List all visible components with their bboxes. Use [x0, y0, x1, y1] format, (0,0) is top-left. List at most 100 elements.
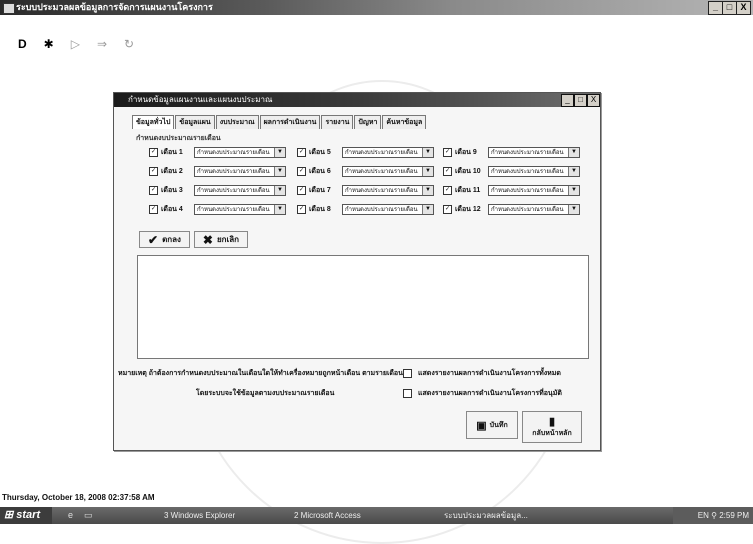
- start-button[interactable]: ⊞ start: [0, 507, 52, 524]
- chevron-down-icon: ▼: [422, 148, 433, 157]
- month-cell: ✓ เดือน 12 กำหนดงบประมาณรายเดือน ▼: [443, 204, 580, 215]
- month-cell: ✓ เดือน 2 กำหนดงบประมาณรายเดือน ▼: [149, 166, 286, 177]
- month-budget-select[interactable]: กำหนดงบประมาณรายเดือน ▼: [488, 204, 580, 215]
- option-approved-checkbox[interactable]: [403, 389, 412, 398]
- option-all-checkbox[interactable]: [403, 369, 412, 378]
- dialog-minimize-button[interactable]: _: [561, 94, 574, 107]
- month-budget-select[interactable]: กำหนดงบประมาณรายเดือน ▼: [194, 147, 286, 158]
- month-checkbox[interactable]: ✓: [443, 186, 452, 195]
- tab-report[interactable]: รายงาน: [321, 115, 354, 129]
- month-label: เดือน 12: [455, 206, 481, 213]
- month-budget-value: กำหนดงบประมาณรายเดือน: [197, 169, 270, 175]
- action-row: ✔ ตกลง ✖ ยกเลิก: [139, 231, 252, 248]
- month-checkbox[interactable]: ✓: [297, 148, 306, 157]
- save-button[interactable]: ▣ บันทึก: [466, 411, 518, 439]
- month-checkbox[interactable]: ✓: [443, 148, 452, 157]
- window-titlebar: ระบบประมวลผลข้อมูลการจัดการแผนงานโครงการ…: [0, 0, 753, 15]
- arrow-right-icon[interactable]: ⇒: [97, 37, 107, 51]
- month-cell: ✓ เดือน 6 กำหนดงบประมาณรายเดือน ▼: [297, 166, 434, 177]
- month-budget-value: กำหนดงบประมาณรายเดือน: [197, 207, 270, 213]
- new-document-icon[interactable]: D: [18, 37, 27, 51]
- month-cell: ✓ เดือน 8 กำหนดงบประมาณรายเดือน ▼: [297, 204, 434, 215]
- tab-budget[interactable]: งบประมาณ: [215, 115, 259, 129]
- dialog-titlebar: กำหนดข้อมูลแผนงานและแผนงบประมาณ _ □ X: [114, 93, 600, 107]
- month-checkbox[interactable]: ✓: [297, 167, 306, 176]
- task-explorer[interactable]: 3 Windows Explorer: [160, 509, 288, 522]
- quicklaunch-ie-icon[interactable]: e: [68, 510, 73, 520]
- dialog-title: กำหนดข้อมูลแผนงานและแผนงบประมาณ: [128, 95, 273, 104]
- cancel-label: ยกเลิก: [216, 235, 239, 244]
- start-label: start: [16, 509, 41, 521]
- x-icon: ✖: [202, 232, 213, 247]
- system-tray: EN ⚲ 2:59 PM: [673, 507, 753, 524]
- maximize-button[interactable]: □: [722, 1, 737, 15]
- note-line-1: หมายเหตุ ถ้าต้องการกำหนดงบประมาณในเดือนใ…: [118, 370, 403, 377]
- month-cell: ✓ เดือน 11 กำหนดงบประมาณรายเดือน ▼: [443, 185, 580, 196]
- month-budget-select[interactable]: กำหนดงบประมาณรายเดือน ▼: [488, 185, 580, 196]
- month-budget-select[interactable]: กำหนดงบประมาณรายเดือน ▼: [194, 204, 286, 215]
- chevron-down-icon: ▼: [274, 167, 285, 176]
- tab-problems[interactable]: ปัญหา: [354, 115, 382, 129]
- dialog-close-button[interactable]: X: [587, 94, 600, 107]
- option-approved-projects[interactable]: แสดงรายงานผลการดำเนินงานโครงการที่อนุมัต…: [403, 388, 562, 399]
- month-checkbox[interactable]: ✓: [443, 205, 452, 214]
- open-folder-icon[interactable]: ✱: [44, 37, 54, 51]
- month-budget-select[interactable]: กำหนดงบประมาณรายเดือน ▼: [488, 166, 580, 177]
- tab-results[interactable]: ผลการดำเนินงาน: [259, 115, 321, 129]
- month-checkbox[interactable]: ✓: [149, 186, 158, 195]
- month-label: เดือน 7: [309, 187, 331, 194]
- month-budget-value: กำหนดงบประมาณรายเดือน: [345, 207, 418, 213]
- tab-general[interactable]: ข้อมูลทั่วไป: [132, 115, 175, 129]
- chevron-down-icon: ▼: [568, 186, 579, 195]
- month-label: เดือน 6: [309, 168, 331, 175]
- tab-bar: ข้อมูลทั่วไป ข้อมูลแผน งบประมาณ ผลการดำเ…: [132, 115, 427, 129]
- windows-logo-icon: ⊞: [4, 509, 14, 521]
- month-budget-value: กำหนดงบประมาณรายเดือน: [345, 169, 418, 175]
- chevron-down-icon: ▼: [568, 148, 579, 157]
- month-cell: ✓ เดือน 10 กำหนดงบประมาณรายเดือน ▼: [443, 166, 580, 177]
- ok-label: ตกลง: [162, 235, 181, 244]
- month-budget-value: กำหนดงบประมาณรายเดือน: [345, 188, 418, 194]
- month-budget-select[interactable]: กำหนดงบประมาณรายเดือน ▼: [194, 185, 286, 196]
- month-label: เดือน 2: [161, 168, 183, 175]
- month-budget-select[interactable]: กำหนดงบประมาณรายเดือน ▼: [488, 147, 580, 158]
- play-icon[interactable]: ▷: [71, 37, 80, 51]
- tab-plan[interactable]: ข้อมูลแผน: [175, 115, 215, 129]
- quicklaunch-desktop-icon[interactable]: ▭: [84, 510, 93, 521]
- month-budget-value: กำหนดงบประมาณรายเดือน: [197, 188, 270, 194]
- minimize-button[interactable]: _: [708, 1, 723, 15]
- task-access[interactable]: 2 Microsoft Access: [290, 509, 408, 522]
- cancel-button[interactable]: ✖ ยกเลิก: [193, 231, 248, 248]
- month-budget-value: กำหนดงบประมาณรายเดือน: [491, 169, 564, 175]
- month-label: เดือน 4: [161, 206, 183, 213]
- task-app[interactable]: ระบบประมวลผลข้อมูล...: [440, 509, 618, 522]
- tab-search[interactable]: ค้นหาข้อมูล: [382, 115, 427, 129]
- month-budget-select[interactable]: กำหนดงบประมาณรายเดือน ▼: [342, 204, 434, 215]
- chevron-down-icon: ▼: [568, 205, 579, 214]
- back-label: กลับหน้าหลัก: [532, 430, 572, 437]
- month-budget-select[interactable]: กำหนดงบประมาณรายเดือน ▼: [342, 166, 434, 177]
- month-budget-select[interactable]: กำหนดงบประมาณรายเดือน ▼: [342, 185, 434, 196]
- month-checkbox[interactable]: ✓: [297, 186, 306, 195]
- month-checkbox[interactable]: ✓: [149, 148, 158, 157]
- save-label: บันทึก: [489, 421, 508, 429]
- month-checkbox[interactable]: ✓: [443, 167, 452, 176]
- back-button[interactable]: ▮ กลับหน้าหลัก: [522, 411, 582, 443]
- section-label: กำหนดงบประมาณรายเดือน: [136, 135, 221, 142]
- month-budget-select[interactable]: กำหนดงบประมาณรายเดือน ▼: [194, 166, 286, 177]
- month-checkbox[interactable]: ✓: [149, 167, 158, 176]
- month-checkbox[interactable]: ✓: [149, 205, 158, 214]
- month-cell: ✓ เดือน 1 กำหนดงบประมาณรายเดือน ▼: [149, 147, 286, 158]
- chevron-down-icon: ▼: [422, 186, 433, 195]
- month-budget-select[interactable]: กำหนดงบประมาณรายเดือน ▼: [342, 147, 434, 158]
- close-button[interactable]: X: [736, 1, 751, 15]
- month-cell: ✓ เดือน 9 กำหนดงบประมาณรายเดือน ▼: [443, 147, 580, 158]
- option-all-projects[interactable]: แสดงรายงานผลการดำเนินงานโครงการทั้งหมด: [403, 368, 561, 379]
- result-list[interactable]: [137, 255, 589, 359]
- ok-button[interactable]: ✔ ตกลง: [139, 231, 190, 248]
- refresh-icon[interactable]: ↻: [124, 37, 134, 51]
- month-cell: ✓ เดือน 3 กำหนดงบประมาณรายเดือน ▼: [149, 185, 286, 196]
- dialog-maximize-button[interactable]: □: [574, 94, 587, 107]
- month-checkbox[interactable]: ✓: [297, 205, 306, 214]
- chevron-down-icon: ▼: [274, 186, 285, 195]
